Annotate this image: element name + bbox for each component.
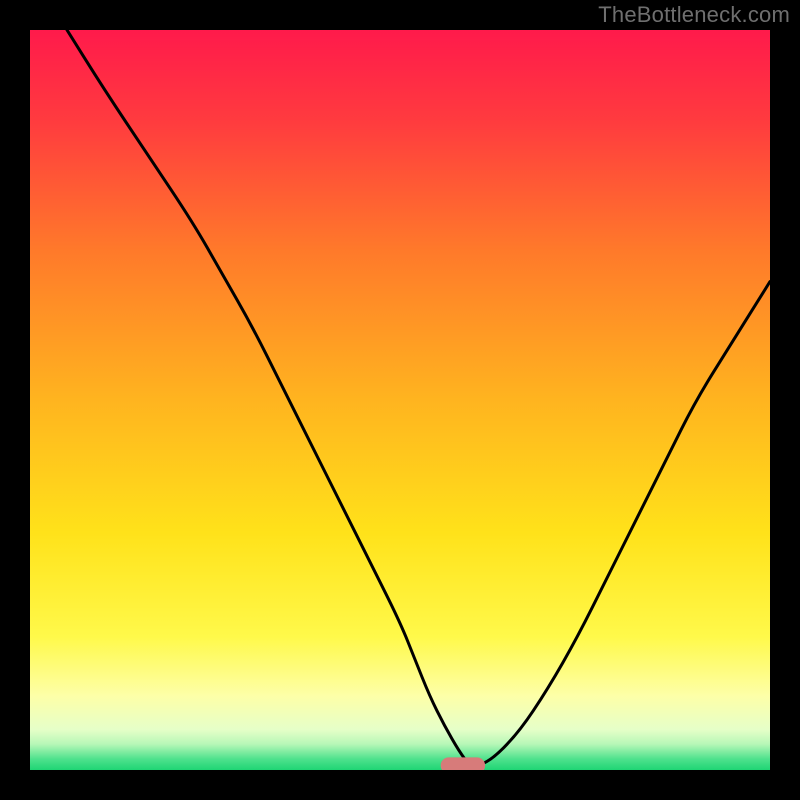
chart-frame: TheBottleneck.com [0,0,800,800]
plot-area [30,30,770,770]
chart-svg [30,30,770,770]
watermark-text: TheBottleneck.com [598,2,790,28]
optimal-marker [441,757,485,770]
gradient-background [30,30,770,770]
